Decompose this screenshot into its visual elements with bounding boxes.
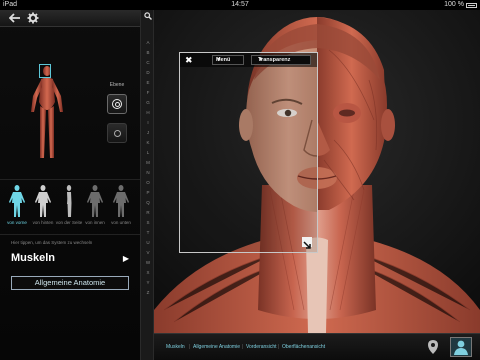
close-icon[interactable]: ✖: [185, 54, 193, 66]
layer-deep-button[interactable]: [107, 123, 127, 143]
battery-percent: 100 %: [444, 1, 464, 8]
general-anatomy-button[interactable]: Allgemeine Anatomie: [11, 276, 129, 290]
alphabet-letter[interactable]: F: [141, 90, 155, 95]
system-title: Muskeln: [11, 252, 56, 264]
alphabet-letter[interactable]: M: [141, 160, 155, 165]
search-icon[interactable]: [141, 12, 155, 22]
caret-down-icon: ▼: [258, 57, 264, 63]
alphabet-letter[interactable]: T: [141, 230, 155, 235]
transparency-window[interactable]: ✖ Menü ▼ Transparenz ▼: [179, 52, 318, 253]
selection-frame: [39, 64, 51, 78]
view-label: von unten: [111, 220, 131, 225]
alphabet-letter[interactable]: V: [141, 250, 155, 255]
alphabet-letter[interactable]: S: [141, 220, 155, 225]
layer-label: Ebene: [109, 82, 125, 88]
back-arrow-icon[interactable]: [8, 12, 22, 26]
alphabet-letter[interactable]: D: [141, 70, 155, 75]
body-figure-thumbnail[interactable]: [27, 62, 67, 162]
alphabet-letter[interactable]: H: [141, 110, 155, 115]
person-view-button[interactable]: [450, 337, 472, 357]
alphabet-index[interactable]: ABCDEFGHIJKLMNOPQRSTUVWXYZ: [140, 10, 154, 360]
status-bar: iPad 14:57 100 %: [0, 0, 480, 10]
alphabet-letter[interactable]: U: [141, 240, 155, 245]
alphabet-letter[interactable]: L: [141, 150, 155, 155]
view-selector: von vorne von hinten von der Seite von i…: [4, 184, 136, 230]
breadcrumb-item[interactable]: Allgemeine Anatomie: [193, 344, 240, 350]
left-panel: Ebene von vorne von hinten von der Seite: [0, 10, 140, 360]
resize-handle-icon[interactable]: [302, 237, 312, 249]
alphabet-letter[interactable]: J: [141, 130, 155, 135]
system-hint: Hier tippen, um das System zu wechseln: [11, 240, 93, 245]
alphabet-letter[interactable]: C: [141, 60, 155, 65]
alphabet-letter[interactable]: Y: [141, 280, 155, 285]
battery-icon: [466, 2, 477, 8]
divider: [0, 234, 140, 235]
location-pin-icon[interactable]: [424, 338, 442, 356]
alphabet-letter[interactable]: O: [141, 180, 155, 185]
alphabet-letter[interactable]: G: [141, 100, 155, 105]
breadcrumb-item[interactable]: Muskeln: [166, 344, 185, 350]
alphabet-letter[interactable]: R: [141, 210, 155, 215]
general-anatomy-label: Allgemeine Anatomie: [34, 278, 106, 287]
alphabet-letter[interactable]: P: [141, 190, 155, 195]
anatomy-app: iPad 14:57 100 % Ebene von vorne von hin…: [0, 0, 480, 360]
breadcrumb-bar: Muskeln | Allgemeine Anatomie | Vorderan…: [154, 333, 480, 360]
alphabet-letter[interactable]: N: [141, 170, 155, 175]
alphabet-letter[interactable]: X: [141, 270, 155, 275]
alphabet-letter[interactable]: B: [141, 50, 155, 55]
system-selector[interactable]: Muskeln ▶: [11, 250, 129, 268]
breadcrumb-item[interactable]: Vorderansicht: [246, 344, 277, 350]
menu-dropdown[interactable]: Menü ▼: [212, 55, 244, 65]
layer-dot-icon: [113, 129, 121, 137]
caret-down-icon: ▼: [216, 57, 222, 63]
transparency-dropdown[interactable]: Transparenz ▼: [251, 55, 311, 65]
window-toolbar: ✖ Menü ▼ Transparenz ▼: [180, 53, 317, 67]
alphabet-letter[interactable]: E: [141, 80, 155, 85]
gear-icon[interactable]: [26, 12, 40, 26]
breadcrumb-item[interactable]: Oberflächenansicht: [282, 344, 325, 350]
view-bottom[interactable]: von unten: [108, 184, 134, 230]
chevron-right-icon: ▶: [122, 254, 129, 263]
divider: [0, 179, 140, 180]
alphabet-letter[interactable]: A: [141, 40, 155, 45]
breadcrumb-separator: |: [242, 344, 244, 350]
person-icon: [454, 340, 468, 355]
layer-surface-button[interactable]: [107, 94, 127, 114]
layer-rings-inner: [114, 101, 120, 107]
breadcrumb-separator: |: [278, 344, 280, 350]
left-toolbar: [0, 10, 140, 27]
alphabet-letter[interactable]: W: [141, 260, 155, 265]
alphabet-letter[interactable]: Z: [141, 290, 155, 295]
battery-status: 100 %: [444, 0, 477, 10]
alphabet-letter[interactable]: Q: [141, 200, 155, 205]
alphabet-letter[interactable]: K: [141, 140, 155, 145]
breadcrumb-separator: |: [189, 344, 191, 350]
alphabet-letter[interactable]: I: [141, 120, 155, 125]
clock: 14:57: [231, 1, 249, 8]
